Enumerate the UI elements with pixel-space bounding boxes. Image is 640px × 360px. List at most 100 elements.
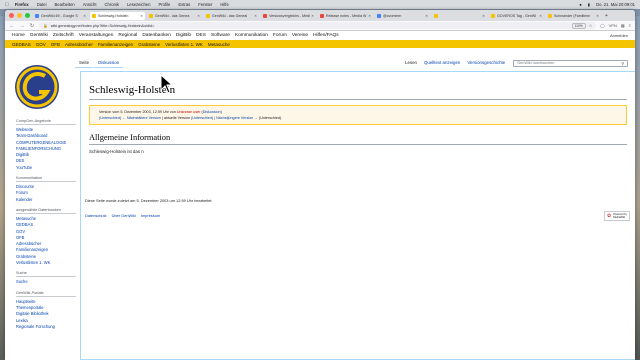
- tab-close-icon[interactable]: ✕: [596, 14, 599, 18]
- nav-datenbanken[interactable]: Datenbanken: [142, 33, 171, 38]
- sidebar-link[interactable]: YouTube: [16, 165, 76, 171]
- nav-kommunikation[interactable]: Kommunikation: [235, 33, 268, 38]
- mac-menubar:  Firefox Datei Bearbeiten Ansicht Chron…: [0, 0, 640, 9]
- tab-quelltext[interactable]: Quelltext anzeigen: [421, 59, 463, 67]
- extensions-icon[interactable]: ▦: [621, 23, 625, 28]
- tab-close-icon[interactable]: ✕: [311, 14, 314, 18]
- genwiki-logo[interactable]: [9, 62, 65, 112]
- close-window-button[interactable]: [9, 13, 14, 18]
- revision-line-2: (Unterschied) ← Nächstältere Version | a…: [99, 115, 617, 121]
- tab-close-icon[interactable]: ✕: [83, 14, 86, 18]
- subnav-verlustlisten[interactable]: Verlustlisten 1. WK: [165, 42, 203, 47]
- sidebar-link[interactable]: Verlustlisten 1. WK: [16, 260, 76, 266]
- subnav-adressbuecher[interactable]: Adressbücher: [65, 42, 93, 47]
- menu-firefox[interactable]: Firefox: [15, 2, 29, 7]
- browser-tab[interactable]: Release notes - Media W ✕: [318, 12, 373, 20]
- bookmark-star-icon[interactable]: ☆: [589, 23, 592, 28]
- footer-link-ueber[interactable]: Über GenWiki: [112, 213, 136, 218]
- nav-forum[interactable]: Forum: [273, 33, 287, 38]
- browser-tab[interactable]: Schmander (Familienn ✕: [546, 12, 601, 20]
- nav-veranstaltungen[interactable]: Veranstaltungen: [79, 33, 114, 38]
- footer-link-datenschutz[interactable]: Datenschutz: [85, 213, 107, 218]
- tab-close-icon[interactable]: ✕: [425, 14, 428, 18]
- menu-extras[interactable]: Extras: [178, 2, 190, 7]
- nav-digibib[interactable]: DigiBib: [176, 33, 191, 38]
- subnav-gov[interactable]: GOV: [36, 42, 46, 47]
- battery-icon[interactable]: ▮: [588, 2, 590, 7]
- menubar-clock[interactable]: Do. 21. Mai 20:09:01: [596, 2, 635, 7]
- menu-ansicht[interactable]: Ansicht: [83, 2, 97, 7]
- older-version-link[interactable]: (Unterschied) ← Nächstältere Version: [99, 116, 161, 120]
- subnav-grabsteine[interactable]: Grabsteine: [138, 42, 160, 47]
- footer-links: Datenschutz Über GenWiki Impressum: [85, 213, 160, 218]
- subnav-familienanzeigen[interactable]: Familienanzeigen: [98, 42, 133, 47]
- forward-arrow-icon[interactable]: →: [19, 23, 25, 29]
- browser-tab[interactable]: GenWiki.69 - Google S ✕: [33, 12, 88, 20]
- reload-icon[interactable]: ↻: [29, 23, 35, 29]
- login-link[interactable]: Anmelden: [610, 33, 628, 38]
- nav-zeitschrift[interactable]: Zeitschrift: [53, 33, 74, 38]
- vpn-extension-label[interactable]: VPN: [609, 23, 617, 28]
- nav-hilfen[interactable]: Hilfen/FAQs: [313, 33, 339, 38]
- wifi-icon[interactable]: ●: [579, 2, 582, 7]
- menu-profile[interactable]: Profile: [158, 2, 170, 7]
- nav-regional[interactable]: Regional: [118, 33, 137, 38]
- subnav-ofb[interactable]: OFB: [51, 42, 60, 47]
- browser-tab[interactable]: @ovomeen ✕: [375, 12, 430, 20]
- tab-seite[interactable]: Seite: [75, 59, 94, 68]
- tab-lesen[interactable]: Lesen: [402, 59, 420, 67]
- wiki-search-input[interactable]: GenWiki durchsuchen ⚲: [513, 59, 629, 67]
- zoom-level-badge[interactable]: 110%: [571, 22, 586, 29]
- hamburger-menu-icon[interactable]: ≡: [629, 23, 631, 28]
- nav-software[interactable]: Software: [211, 33, 230, 38]
- sidebar-link[interactable]: Regionale Forschung: [16, 324, 76, 330]
- tab-close-icon[interactable]: ✕: [140, 14, 143, 18]
- browser-tab[interactable]: ✕: [432, 12, 487, 20]
- footer-link-impressum[interactable]: Impressum: [141, 213, 160, 218]
- tab-strip: GenWiki.69 - Google S ✕ Schleswig-Holstein…: [5, 10, 635, 21]
- back-arrow-icon[interactable]: ←: [9, 23, 15, 29]
- lock-icon[interactable]: 🔒: [43, 23, 48, 28]
- menu-fenster[interactable]: Fenster: [198, 2, 212, 7]
- sidebar-link[interactable]: Kalender: [16, 197, 76, 203]
- shield-icon[interactable]: ◯: [600, 23, 604, 28]
- tab-versionsgeschichte[interactable]: Versionsgeschichte: [464, 59, 508, 67]
- sidebar-portal: Suche Suche: [16, 271, 76, 285]
- nav-vereine[interactable]: Vereine: [292, 33, 308, 38]
- revision-talk-link[interactable]: Diskussion: [203, 110, 221, 114]
- nav-des[interactable]: DES: [196, 33, 206, 38]
- browser-tab[interactable]: GenWiki - das Genea ✕: [147, 12, 202, 20]
- revision-user-link[interactable]: Unknown user: [177, 110, 201, 114]
- menu-chronik[interactable]: Chronik: [105, 2, 119, 7]
- powered-by-mediawiki-badge[interactable]: ✿ Powered by MediaWiki: [604, 211, 630, 221]
- address-bar[interactable]: 🔒 wiki.genealogy.net/index.php?title=Sch…: [39, 22, 597, 29]
- url-text[interactable]: wiki.genealogy.net/index.php?title=Schle…: [51, 24, 155, 28]
- browser-tab[interactable]: GenWiki - das Geneal ✕: [204, 12, 259, 20]
- browser-tab[interactable]: GOVEROS Tag - GenWi ✕: [489, 12, 544, 20]
- zoom-window-button[interactable]: [25, 13, 30, 18]
- tab-close-icon[interactable]: ✕: [539, 14, 542, 18]
- search-icon[interactable]: ⚲: [621, 61, 624, 66]
- newer-version-link[interactable]: (Unterschied) | Nächstjüngere Version →: [191, 116, 258, 120]
- tab-label: Versionsvergleichs - Medi: [269, 13, 310, 18]
- tab-close-icon[interactable]: ✕: [368, 14, 371, 18]
- browser-tab[interactable]: Schleswig-Holstein ✕: [90, 11, 145, 20]
- tab-close-icon[interactable]: ✕: [254, 14, 257, 18]
- nav-home[interactable]: Home: [12, 33, 25, 38]
- tab-close-icon[interactable]: ✕: [197, 14, 200, 18]
- tab-diskussion[interactable]: Diskussion: [94, 59, 124, 68]
- minimize-window-button[interactable]: [17, 13, 22, 18]
- nav-genwiki[interactable]: GenWiki: [30, 33, 48, 38]
- menu-bearbeiten[interactable]: Bearbeiten: [55, 2, 75, 7]
- subnav-metasuche[interactable]: Metasuche: [208, 42, 230, 47]
- new-tab-button[interactable]: +: [605, 13, 608, 19]
- subnav-gedbas[interactable]: GEDBAS: [12, 42, 31, 47]
- tab-close-icon[interactable]: ✕: [482, 14, 485, 18]
- apple-icon[interactable]: : [5, 2, 9, 8]
- menu-lesezeichen[interactable]: Lesezeichen: [127, 2, 151, 7]
- browser-tab[interactable]: Versionsvergleichs - Medi ✕: [261, 12, 316, 20]
- sidebar-link[interactable]: Suche: [16, 279, 76, 285]
- menu-hilfe[interactable]: Hilfe: [220, 2, 228, 7]
- menu-datei[interactable]: Datei: [37, 2, 47, 7]
- tab-label: GenWiki - das Geneal: [212, 13, 248, 18]
